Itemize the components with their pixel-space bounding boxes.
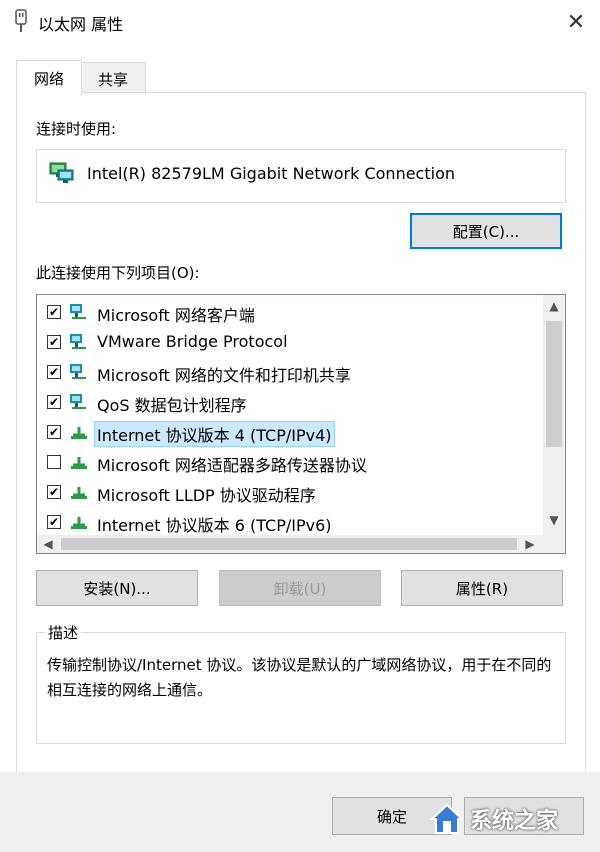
tab-sharing[interactable]: 共享 [80, 62, 146, 95]
list-item[interactable]: ✔ Microsoft 网络客户端 [37, 297, 537, 327]
list-item[interactable]: ✔ VMware Bridge Protocol [37, 327, 537, 357]
item-label: Microsoft LLDP 协议驱动程序 [97, 486, 316, 505]
items-list[interactable]: ✔ Microsoft 网络客户端 ✔ VMware Bridge Protoc… [36, 294, 566, 554]
item-label: Microsoft 网络客户端 [97, 306, 255, 325]
list-item[interactable]: ✔ Microsoft 网络的文件和打印机共享 [37, 357, 537, 387]
vertical-scrollbar[interactable]: ▲ ▼ [543, 295, 565, 535]
item-checkbox[interactable]: ✔ [47, 305, 61, 319]
list-item[interactable]: ✔ Internet 协议版本 6 (TCP/IPv6) [37, 507, 537, 537]
description-group: 描述 传输控制协议/Internet 协议。该协议是默认的广域网络协议，用于在不… [36, 622, 566, 744]
scroll-right-icon[interactable]: ▶ [521, 537, 539, 551]
scrollbar-corner [543, 535, 565, 553]
uninstall-button[interactable]: 卸载(U) [219, 570, 381, 606]
item-checkbox[interactable] [47, 455, 61, 469]
horizontal-scrollbar[interactable]: ◀ ▶ [37, 535, 543, 553]
item-label: Microsoft 网络的文件和打印机共享 [97, 366, 351, 385]
network-service-icon [70, 364, 86, 379]
item-checkbox[interactable]: ✔ [47, 335, 61, 349]
item-label: Microsoft 网络适配器多路传送器协议 [97, 456, 367, 475]
list-item[interactable]: ✔ QoS 数据包计划程序 [37, 387, 537, 417]
network-service-icon [70, 394, 86, 409]
vertical-scroll-thumb[interactable] [546, 321, 562, 447]
house-logo-icon [429, 803, 465, 834]
network-client-icon [70, 304, 86, 319]
item-label: QoS 数据包计划程序 [97, 396, 247, 415]
window-title: 以太网 属性 [38, 15, 124, 34]
item-label: VMware Bridge Protocol [97, 332, 288, 351]
description-title: 描述 [45, 622, 82, 643]
list-item-selected[interactable]: ✔ Internet 协议版本 4 (TCP/IPv4) [37, 417, 537, 447]
tab-network[interactable]: 网络 [16, 60, 82, 95]
adapter-name: Intel(R) 82579LM Gigabit Network Connect… [87, 164, 455, 183]
watermark: 系统之家 [428, 796, 598, 842]
close-icon[interactable]: ✕ [560, 6, 592, 38]
protocol-icon [71, 457, 87, 469]
scroll-down-icon[interactable]: ▼ [545, 513, 563, 527]
scroll-up-icon[interactable]: ▲ [545, 299, 563, 313]
description-text: 传输控制协议/Internet 协议。该协议是默认的广域网络协议，用于在不同的相… [47, 656, 552, 699]
item-checkbox[interactable]: ✔ [47, 395, 61, 409]
protocol-icon [71, 427, 87, 439]
connect-using-label: 连接时使用: [36, 120, 117, 138]
horizontal-scroll-thumb[interactable] [61, 538, 517, 550]
properties-button[interactable]: 属性(R) [401, 570, 563, 606]
protocol-icon [71, 517, 87, 529]
watermark-text: 系统之家 [470, 809, 559, 834]
network-service-icon [70, 334, 86, 349]
network-adapter-icon [49, 162, 74, 183]
item-label: Internet 协议版本 6 (TCP/IPv6) [97, 516, 332, 535]
list-item[interactable]: ✔ Microsoft LLDP 协议驱动程序 [37, 477, 537, 507]
scroll-left-icon[interactable]: ◀ [39, 537, 57, 551]
item-checkbox[interactable]: ✔ [47, 365, 61, 379]
item-checkbox[interactable]: ✔ [47, 515, 61, 529]
list-item[interactable]: Microsoft 网络适配器多路传送器协议 [37, 447, 537, 477]
ethernet-icon [15, 9, 27, 32]
title-bar: 以太网 属性 ✕ [0, 0, 600, 44]
protocol-icon [71, 487, 87, 499]
install-button[interactable]: 安装(N)... [36, 570, 198, 606]
items-label: 此连接使用下列项目(O): [36, 264, 200, 282]
item-label: Internet 协议版本 4 (TCP/IPv4) [94, 421, 335, 447]
item-checkbox[interactable]: ✔ [47, 425, 61, 439]
item-checkbox[interactable]: ✔ [47, 485, 61, 499]
configure-button[interactable]: 配置(C)... [410, 213, 562, 249]
adapter-box: Intel(R) 82579LM Gigabit Network Connect… [36, 149, 566, 203]
